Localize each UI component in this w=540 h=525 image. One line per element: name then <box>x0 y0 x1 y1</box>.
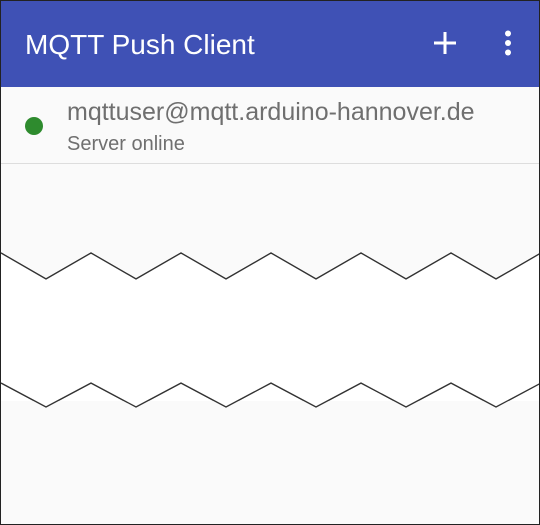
content-area-lower <box>1 401 539 524</box>
app-title: MQTT Push Client <box>25 29 255 60</box>
add-button[interactable] <box>425 23 465 63</box>
more-vert-icon <box>505 30 511 56</box>
cut-overlay <box>1 252 539 408</box>
plus-icon <box>434 32 456 54</box>
status-dot-icon <box>25 117 43 135</box>
app-screen: MQTT Push Client mqttuser@mqtt.arduino-h… <box>0 0 540 525</box>
connection-status: Server online <box>67 133 185 155</box>
app-bar: MQTT Push Client <box>1 1 539 87</box>
connection-list-item[interactable]: mqttuser@mqtt.arduino-hannover.de Server… <box>1 87 539 164</box>
more-options-button[interactable] <box>488 23 528 63</box>
connection-account: mqttuser@mqtt.arduino-hannover.de <box>67 98 475 126</box>
